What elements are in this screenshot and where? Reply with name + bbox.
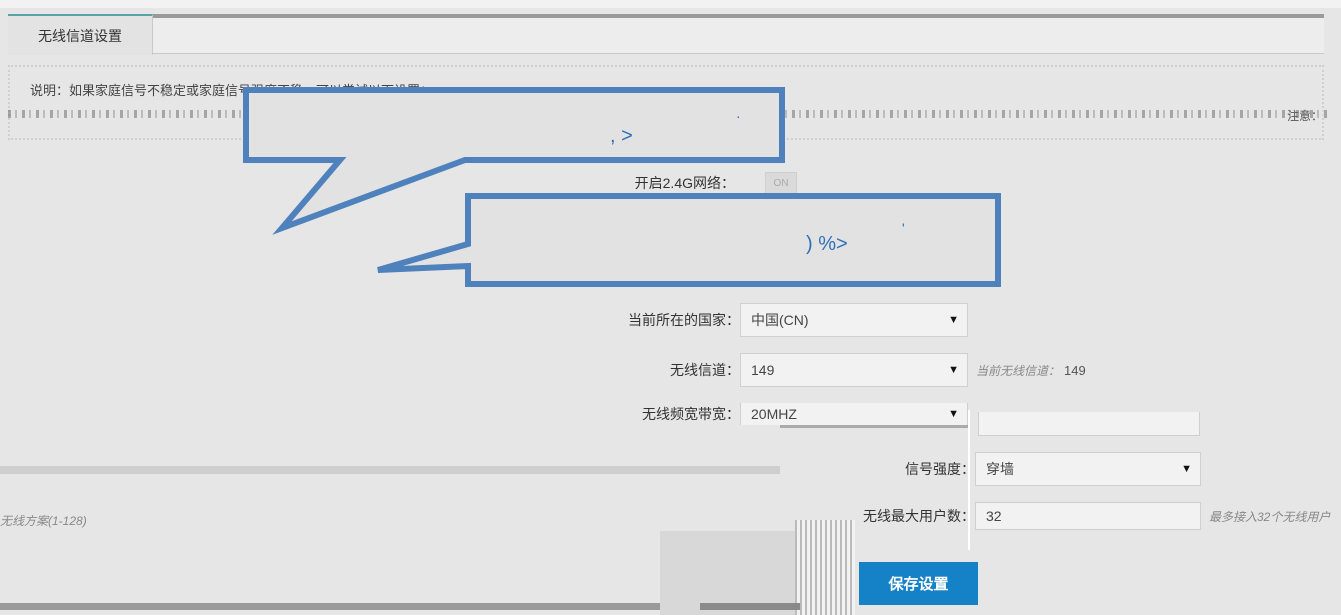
- bandwidth-label: 无线频宽带宽：: [642, 406, 740, 422]
- callout-1-text: , >: [610, 125, 633, 147]
- max-users-label: 无线最大用户数：: [863, 508, 975, 524]
- save-button[interactable]: 保存设置: [859, 562, 978, 605]
- left-hint: 无线方案(1-128): [0, 514, 87, 528]
- chevron-down-icon: ▼: [948, 408, 959, 420]
- channel-select[interactable]: 149 ▼: [740, 353, 968, 387]
- chevron-down-icon: ▼: [948, 314, 959, 326]
- row-country: 当前所在的国家： 中国(CN) ▼: [560, 303, 968, 337]
- bottom-rule: [700, 603, 800, 610]
- chevron-down-icon: ▼: [1181, 463, 1192, 475]
- country-label: 当前所在的国家：: [628, 312, 740, 328]
- signal-label: 信号强度：: [905, 461, 975, 477]
- notice-box: [8, 65, 1324, 140]
- bandwidth-select-value: 20MHZ: [751, 406, 797, 422]
- country-select-value: 中国(CN): [751, 312, 809, 328]
- current-channel-hint-label: 当前无线信道：: [976, 363, 1061, 378]
- max-users-value: 32: [986, 508, 1002, 524]
- callout-1-dot: ·: [736, 108, 741, 124]
- row-bandwidth: 无线频宽带宽： 20MHZ ▼: [560, 403, 968, 425]
- row-channel: 无线信道： 149 ▼ 当前无线信道： 149: [560, 353, 1086, 387]
- callout-2-dot: ': [902, 220, 905, 236]
- chevron-down-icon: ▼: [948, 364, 959, 376]
- glitch-bars: [795, 520, 855, 615]
- blank-area: [0, 531, 660, 611]
- country-select[interactable]: 中国(CN) ▼: [740, 303, 968, 337]
- glitch-line: [780, 425, 970, 428]
- signal-select[interactable]: 穿墙 ▼: [975, 452, 1201, 486]
- callout-2-text: ) %>: [806, 233, 848, 255]
- notice-right-text: 注意：: [1286, 109, 1323, 123]
- tab-wireless-channel-settings[interactable]: 无线信道设置: [8, 14, 153, 55]
- current-channel-hint: 当前无线信道： 149: [976, 362, 1086, 379]
- max-users-input[interactable]: 32: [975, 502, 1201, 530]
- callout-bubble-2: [377, 193, 1001, 287]
- channel-select-value: 149: [751, 362, 775, 378]
- row-enable-24g: 开启2.4G网络： ON: [560, 172, 797, 194]
- notice-text: 说明：如果家庭信号不稳定或家庭信号强度不稳，可以尝试以下设置：: [30, 83, 434, 98]
- divider: [0, 466, 780, 474]
- row-signal: 信号强度： 穿墙 ▼: [800, 452, 1201, 486]
- row-max-users: 无线最大用户数： 32 最多接入32个无线用户: [800, 502, 1330, 530]
- channel-label: 无线信道：: [670, 362, 740, 378]
- enable-24g-label: 开启2.4G网络：: [634, 175, 735, 191]
- current-channel-value: 149: [1064, 362, 1086, 378]
- bottom-rule: [0, 603, 660, 610]
- tab-strip: [8, 14, 1324, 54]
- glitch-select-fragment: [978, 412, 1200, 436]
- bandwidth-select[interactable]: 20MHZ ▼: [740, 403, 968, 425]
- notice-garbled-line: [8, 110, 1328, 118]
- top-bar: [0, 0, 1341, 8]
- enable-24g-toggle[interactable]: ON: [765, 172, 797, 194]
- signal-select-value: 穿墙: [986, 461, 1014, 477]
- max-users-hint: 最多接入32个无线用户: [1209, 509, 1331, 524]
